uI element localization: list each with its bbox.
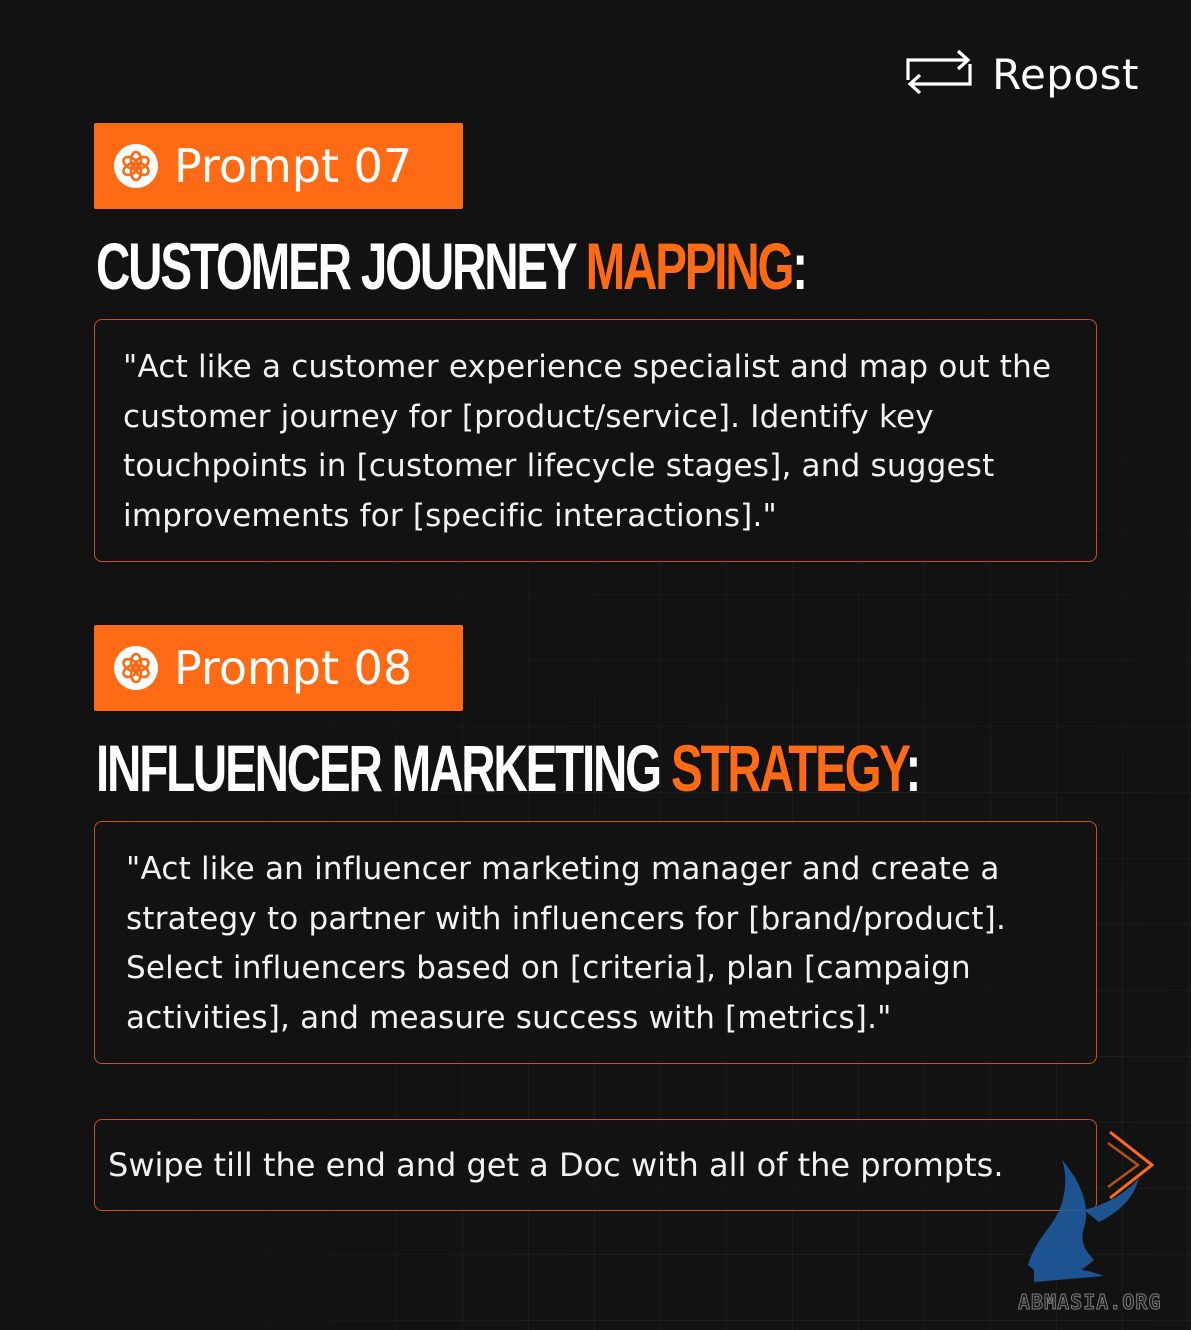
repost-button[interactable]: Repost <box>904 46 1139 102</box>
title-main: CUSTOMER JOURNEY <box>96 229 586 303</box>
prompt-text-box-07: "Act like a customer experience speciali… <box>94 319 1097 562</box>
openai-logo-icon <box>114 144 158 188</box>
repost-icon <box>904 46 974 102</box>
openai-logo-icon <box>114 646 158 690</box>
prompt-text-box-08: "Act like an influencer marketing manage… <box>94 821 1097 1064</box>
prompt-body: "Act like an influencer marketing manage… <box>126 851 1007 1036</box>
prompt-badge-07: Prompt 07 <box>94 123 463 209</box>
prompt-badge-08: Prompt 08 <box>94 625 463 711</box>
swipe-text: Swipe till the end and get a Doc with al… <box>108 1146 1004 1184</box>
title-suffix: : <box>792 229 808 303</box>
title-highlight: MAPPING <box>585 229 795 303</box>
title-highlight: STRATEGY <box>671 731 908 805</box>
title-suffix: : <box>905 731 921 805</box>
prompt-body: "Act like a customer experience speciali… <box>123 349 1052 534</box>
watermark-text: ABMASIA.ORG <box>1017 1290 1162 1315</box>
badge-label: Prompt 08 <box>174 641 413 695</box>
swipe-banner: Swipe till the end and get a Doc with al… <box>94 1119 1097 1211</box>
repost-label: Repost <box>992 49 1139 99</box>
title-main: INFLUENCER MARKETING <box>96 731 672 805</box>
section-title-customer-journey: CUSTOMER JOURNEY MAPPING: <box>96 228 808 304</box>
section-title-influencer-marketing: INFLUENCER MARKETING STRATEGY: <box>96 730 921 806</box>
watermark-logo-icon <box>1014 1150 1164 1294</box>
badge-label: Prompt 07 <box>174 139 413 193</box>
